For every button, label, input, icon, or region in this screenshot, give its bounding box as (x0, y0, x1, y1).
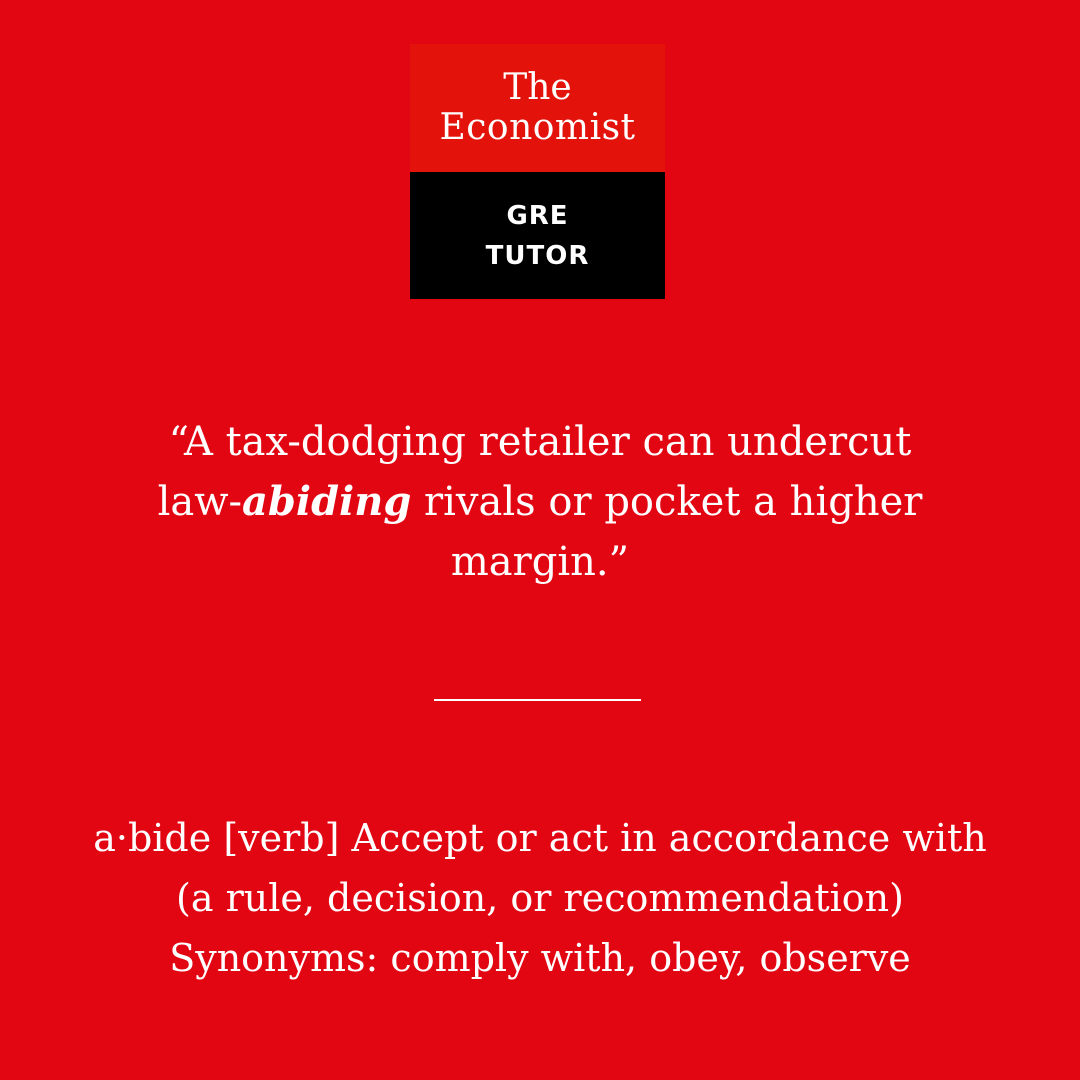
quote-suffix: rivals or pocket a higher (411, 479, 923, 525)
word-definition: a·bide [verb] Accept or act in accordanc… (60, 808, 1020, 988)
logo-text-tutor: TUTOR (485, 240, 590, 271)
logo-text-economist: Economist (439, 107, 636, 148)
example-quote: “A tax-dodging retailer can undercut law… (100, 412, 980, 592)
quote-line-1: “A tax-dodging retailer can undercut (168, 419, 912, 465)
divider-line (434, 699, 641, 701)
highlighted-word: abiding (242, 478, 412, 525)
logo-subbrand: GRE TUTOR (410, 172, 665, 299)
logo-text-gre: GRE (506, 200, 569, 231)
definition-line-1: a·bide [verb] Accept or act in accordanc… (93, 816, 987, 860)
logo-text-the: The (503, 67, 572, 108)
quote-line-3: margin.” (450, 539, 630, 585)
definition-line-2: (a rule, decision, or recommendation) (176, 876, 904, 920)
logo-masthead: The Economist (410, 44, 665, 172)
economist-logo: The Economist GRE TUTOR (410, 44, 665, 299)
quote-line-2: law-abiding rivals or pocket a higher (100, 472, 980, 532)
synonyms-line: Synonyms: comply with, obey, observe (169, 936, 911, 980)
quote-prefix: law- (157, 479, 242, 525)
